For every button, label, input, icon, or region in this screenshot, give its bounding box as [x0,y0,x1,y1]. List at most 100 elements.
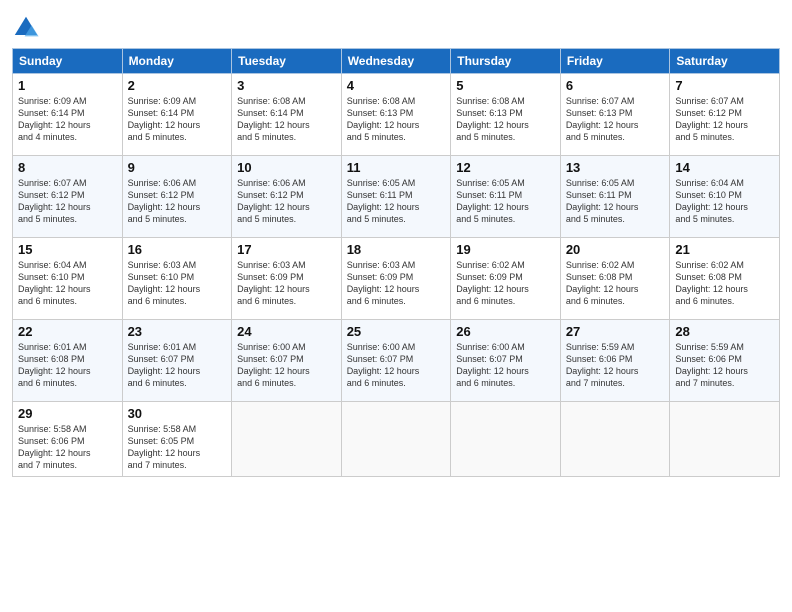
day-number: 2 [128,78,227,93]
cell-info: Sunrise: 6:08 AM Sunset: 6:14 PM Dayligh… [237,95,336,144]
header [12,10,780,42]
weekday-header-monday: Monday [122,49,232,74]
day-number: 16 [128,242,227,257]
calendar-cell: 9Sunrise: 6:06 AM Sunset: 6:12 PM Daylig… [122,156,232,238]
calendar-cell [341,402,451,477]
calendar-cell: 17 Sunrise: 6:03 AM Sunset: 6:09 PM Dayli… [232,238,342,320]
calendar-table: SundayMondayTuesdayWednesdayThursdayFrid… [12,48,780,477]
cell-info: Sunrise: 6:06 AM Sunset: 6:12 PM Dayligh… [128,177,227,226]
weekday-header-wednesday: Wednesday [341,49,451,74]
calendar-week-4: 22 Sunrise: 6:01 AM Sunset: 6:08 PM Dayli… [13,320,780,402]
day-number: 14 [675,160,774,175]
day-number: 3 [237,78,336,93]
page-container: SundayMondayTuesdayWednesdayThursdayFrid… [0,0,792,487]
day-number: 18 [347,242,446,257]
day-number: 5 [456,78,555,93]
calendar-cell: 11 Sunrise: 6:05 AM Sunset: 6:11 PM Dayli… [341,156,451,238]
day-number: 28 [675,324,774,339]
cell-info: Sunrise: 6:01 AM Sunset: 6:08 PM Dayligh… [18,341,117,390]
day-number: 11 [347,160,446,175]
cell-info: Sunrise: 6:09 AM Sunset: 6:14 PM Dayligh… [18,95,117,144]
calendar-cell: 15 Sunrise: 6:04 AM Sunset: 6:10 PM Dayli… [13,238,123,320]
day-number: 8 [18,160,117,175]
cell-info: Sunrise: 5:58 AM Sunset: 6:05 PM Dayligh… [128,423,227,472]
day-number: 12 [456,160,555,175]
calendar-cell [670,402,780,477]
calendar-cell: 13 Sunrise: 6:05 AM Sunset: 6:11 PM Dayli… [560,156,670,238]
day-number: 24 [237,324,336,339]
cell-info: Sunrise: 6:05 AM Sunset: 6:11 PM Dayligh… [456,177,555,226]
calendar-cell: 21Sunrise: 6:02 AM Sunset: 6:08 PM Dayli… [670,238,780,320]
day-number: 27 [566,324,665,339]
day-number: 1 [18,78,117,93]
calendar-cell: 4 Sunrise: 6:08 AM Sunset: 6:13 PM Daylig… [341,74,451,156]
cell-info: Sunrise: 5:58 AM Sunset: 6:06 PM Dayligh… [18,423,117,472]
day-number: 15 [18,242,117,257]
day-number: 19 [456,242,555,257]
calendar-cell: 5 Sunrise: 6:08 AM Sunset: 6:13 PM Daylig… [451,74,561,156]
day-number: 20 [566,242,665,257]
calendar-cell: 19 Sunrise: 6:02 AM Sunset: 6:09 PM Dayli… [451,238,561,320]
cell-info: Sunrise: 6:02 AM Sunset: 6:08 PM Dayligh… [675,259,774,308]
calendar-cell: 20Sunrise: 6:02 AM Sunset: 6:08 PM Dayli… [560,238,670,320]
cell-info: Sunrise: 6:08 AM Sunset: 6:13 PM Dayligh… [347,95,446,144]
cell-info: Sunrise: 6:09 AM Sunset: 6:14 PM Dayligh… [128,95,227,144]
weekday-header-friday: Friday [560,49,670,74]
weekday-header-saturday: Saturday [670,49,780,74]
cell-info: Sunrise: 6:03 AM Sunset: 6:10 PM Dayligh… [128,259,227,308]
cell-info: Sunrise: 6:01 AM Sunset: 6:07 PM Dayligh… [128,341,227,390]
cell-info: Sunrise: 6:05 AM Sunset: 6:11 PM Dayligh… [566,177,665,226]
day-number: 13 [566,160,665,175]
calendar-cell [232,402,342,477]
calendar-cell: 30 Sunrise: 5:58 AM Sunset: 6:05 PM Dayli… [122,402,232,477]
cell-info: Sunrise: 6:04 AM Sunset: 6:10 PM Dayligh… [18,259,117,308]
calendar-cell: 24 Sunrise: 6:00 AM Sunset: 6:07 PM Dayli… [232,320,342,402]
cell-info: Sunrise: 6:05 AM Sunset: 6:11 PM Dayligh… [347,177,446,226]
cell-info: Sunrise: 5:59 AM Sunset: 6:06 PM Dayligh… [675,341,774,390]
cell-info: Sunrise: 6:07 AM Sunset: 6:12 PM Dayligh… [18,177,117,226]
calendar-week-5: 29 Sunrise: 5:58 AM Sunset: 6:06 PM Dayli… [13,402,780,477]
cell-info: Sunrise: 6:00 AM Sunset: 6:07 PM Dayligh… [237,341,336,390]
calendar-cell [560,402,670,477]
cell-info: Sunrise: 6:07 AM Sunset: 6:12 PM Dayligh… [675,95,774,144]
calendar-cell: 14 Sunrise: 6:04 AM Sunset: 6:10 PM Dayli… [670,156,780,238]
day-number: 25 [347,324,446,339]
day-number: 29 [18,406,117,421]
weekday-header-tuesday: Tuesday [232,49,342,74]
day-number: 30 [128,406,227,421]
calendar-cell: 26 Sunrise: 6:00 AM Sunset: 6:07 PM Dayli… [451,320,561,402]
cell-info: Sunrise: 6:00 AM Sunset: 6:07 PM Dayligh… [456,341,555,390]
calendar-cell: 28 Sunrise: 5:59 AM Sunset: 6:06 PM Dayli… [670,320,780,402]
weekday-header-sunday: Sunday [13,49,123,74]
cell-info: Sunrise: 6:06 AM Sunset: 6:12 PM Dayligh… [237,177,336,226]
calendar-cell: 12 Sunrise: 6:05 AM Sunset: 6:11 PM Dayli… [451,156,561,238]
day-number: 17 [237,242,336,257]
weekday-header-thursday: Thursday [451,49,561,74]
calendar-cell: 23 Sunrise: 6:01 AM Sunset: 6:07 PM Dayli… [122,320,232,402]
cell-info: Sunrise: 6:04 AM Sunset: 6:10 PM Dayligh… [675,177,774,226]
logo [12,14,42,42]
day-number: 7 [675,78,774,93]
cell-info: Sunrise: 6:00 AM Sunset: 6:07 PM Dayligh… [347,341,446,390]
cell-info: Sunrise: 6:03 AM Sunset: 6:09 PM Dayligh… [237,259,336,308]
cell-info: Sunrise: 6:07 AM Sunset: 6:13 PM Dayligh… [566,95,665,144]
calendar-week-2: 8 Sunrise: 6:07 AM Sunset: 6:12 PM Daylig… [13,156,780,238]
calendar-week-3: 15 Sunrise: 6:04 AM Sunset: 6:10 PM Dayli… [13,238,780,320]
day-number: 23 [128,324,227,339]
calendar-cell: 2 Sunrise: 6:09 AM Sunset: 6:14 PM Daylig… [122,74,232,156]
day-number: 10 [237,160,336,175]
day-number: 4 [347,78,446,93]
day-number: 6 [566,78,665,93]
cell-info: Sunrise: 6:08 AM Sunset: 6:13 PM Dayligh… [456,95,555,144]
day-number: 26 [456,324,555,339]
calendar-cell: 10 Sunrise: 6:06 AM Sunset: 6:12 PM Dayli… [232,156,342,238]
calendar-header-row: SundayMondayTuesdayWednesdayThursdayFrid… [13,49,780,74]
cell-info: Sunrise: 5:59 AM Sunset: 6:06 PM Dayligh… [566,341,665,390]
logo-icon [12,14,40,42]
calendar-cell: 3 Sunrise: 6:08 AM Sunset: 6:14 PM Daylig… [232,74,342,156]
calendar-cell: 7 Sunrise: 6:07 AM Sunset: 6:12 PM Daylig… [670,74,780,156]
day-number: 22 [18,324,117,339]
calendar-cell: 6 Sunrise: 6:07 AM Sunset: 6:13 PM Daylig… [560,74,670,156]
cell-info: Sunrise: 6:02 AM Sunset: 6:09 PM Dayligh… [456,259,555,308]
calendar-cell: 18Sunrise: 6:03 AM Sunset: 6:09 PM Dayli… [341,238,451,320]
